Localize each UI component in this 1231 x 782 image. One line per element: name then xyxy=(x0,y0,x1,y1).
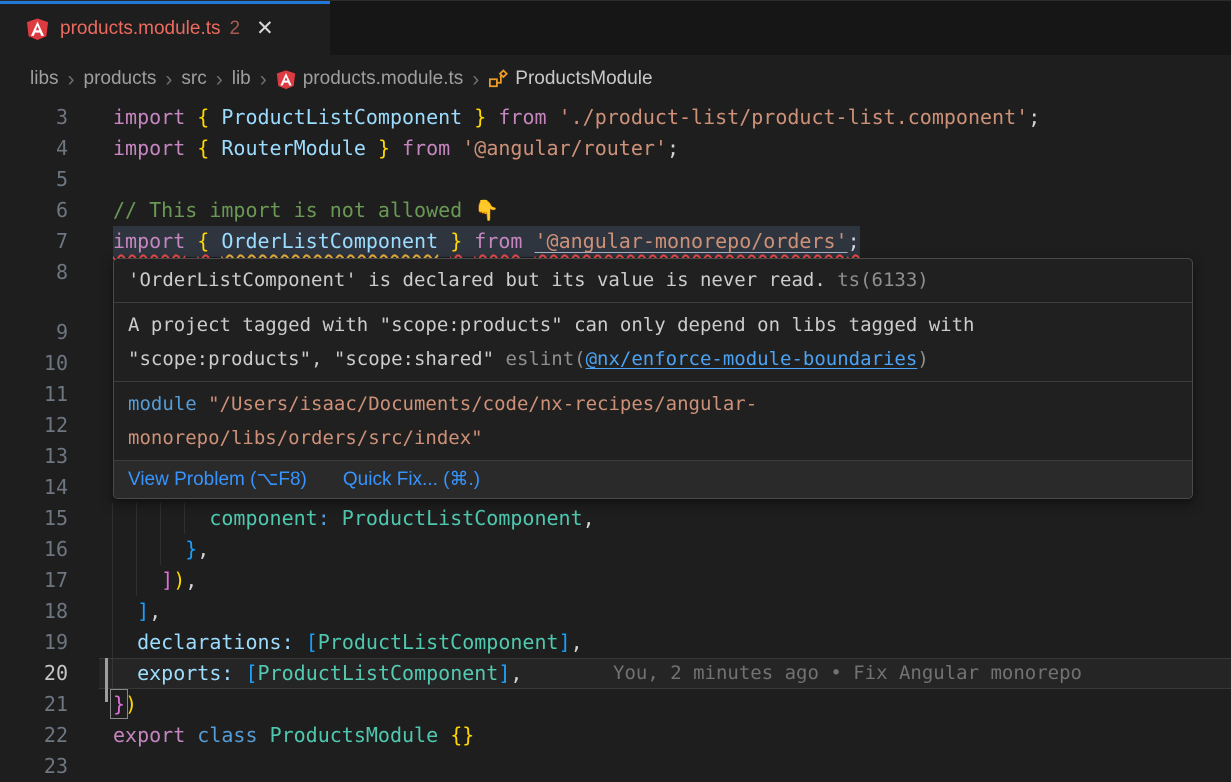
hover-message-row-1: 'OrderListComponent' is declared but its… xyxy=(114,259,1192,302)
code-text: }) xyxy=(113,689,137,720)
code-line-7[interactable]: 7 import { OrderListComponent } from '@an… xyxy=(0,226,1231,257)
tab-error-count-badge: 2 xyxy=(230,18,241,40)
view-problem-action[interactable]: View Problem (⌥F8) xyxy=(128,463,307,496)
hover-status-bar: View Problem (⌥F8) Quick Fix... (⌘.) xyxy=(114,460,1192,498)
code-text: ]), xyxy=(113,565,197,596)
breadcrumb-label: products.module.ts xyxy=(303,68,464,90)
line-number[interactable]: 6 xyxy=(0,195,68,226)
code-text: import { RouterModule } from '@angular/r… xyxy=(113,133,679,164)
breadcrumb-label: src xyxy=(181,68,206,90)
code-text: component: ProductListComponent, xyxy=(113,503,595,534)
line-number[interactable]: 14 xyxy=(0,472,68,503)
line-number[interactable]: 11 xyxy=(0,379,68,410)
angular-icon xyxy=(276,69,296,90)
breadcrumb: libs › products › src › lib › products.module.ts… xyxy=(0,55,1231,103)
breadcrumb-label: lib xyxy=(232,68,251,90)
breadcrumb-label: products xyxy=(84,68,157,90)
code-text: ], xyxy=(113,596,161,627)
line-number[interactable]: 20 xyxy=(0,658,68,689)
code-line-6[interactable]: 6 // This import is not allowed 👇 xyxy=(0,195,1231,226)
code-line-23[interactable]: 23 xyxy=(0,751,1231,782)
chevron-right-icon: › xyxy=(216,69,223,90)
breadcrumb-item-libs[interactable]: libs xyxy=(30,68,59,90)
line-number[interactable]: 8 xyxy=(0,257,68,288)
hover-rows: 'OrderListComponent' is declared but its… xyxy=(114,259,1192,460)
tab-products-module[interactable]: products.module.ts 2 ✕ xyxy=(0,1,330,56)
breadcrumb-item-productsmodule[interactable]: ProductsModule xyxy=(488,68,652,90)
breadcrumb-item-products-module-ts[interactable]: products.module.ts xyxy=(276,68,464,90)
line-number[interactable]: 15 xyxy=(0,503,68,534)
code-text: export class ProductsModule {} xyxy=(113,720,474,751)
line-number[interactable]: 4 xyxy=(0,133,68,164)
line-number[interactable]: 5 xyxy=(0,164,68,195)
line-number[interactable]: 3 xyxy=(0,102,68,133)
line-number[interactable]: 23 xyxy=(0,751,68,782)
code-text: }, xyxy=(113,534,209,565)
line-number[interactable]: 7 xyxy=(0,226,68,257)
line-number[interactable]: 16 xyxy=(0,534,68,565)
code-line-4[interactable]: 4 import { RouterModule } from '@angular/… xyxy=(0,133,1231,164)
code-line-21[interactable]: 21}) xyxy=(0,689,1231,720)
line-number[interactable]: 21 xyxy=(0,689,68,720)
vscode-window: { "colors":{"accent_blue":"#2079d8","err… xyxy=(0,0,1231,780)
code-line-17[interactable]: 17 ]), xyxy=(0,565,1231,596)
code-line-16[interactable]: 16 }, xyxy=(0,534,1231,565)
hover-text xyxy=(197,393,208,415)
line-number[interactable]: 19 xyxy=(0,627,68,658)
code-line-19[interactable]: 19 declarations: [ProductListComponent], xyxy=(0,627,1231,658)
hover-text: ts(6133) xyxy=(826,269,929,291)
code-text: // This import is not allowed 👇 xyxy=(113,195,499,226)
eslint-rule-link[interactable]: @nx/enforce-module-boundaries xyxy=(586,348,918,370)
code-line-20[interactable]: 20 exports: [ProductListComponent], You, … xyxy=(0,658,1231,689)
hover-message-row-3: module "/Users/isaac/Documents/code/nx-r… xyxy=(114,381,1192,460)
hover-text: ) xyxy=(917,348,928,370)
breadcrumb-item-products[interactable]: products xyxy=(84,68,157,90)
line-number[interactable]: 12 xyxy=(0,410,68,441)
hover-text: "/Users/isaac/Documents/code/nx-recipes/… xyxy=(128,393,757,449)
chevron-right-icon: › xyxy=(472,69,479,90)
code-line-3[interactable]: 3 import { ProductListComponent } from '.… xyxy=(0,102,1231,133)
code-line-5[interactable]: 5 xyxy=(0,164,1231,195)
chevron-right-icon: › xyxy=(68,69,75,90)
chevron-right-icon: › xyxy=(260,69,267,90)
code-text: import { ProductListComponent } from './… xyxy=(113,102,1040,133)
line-number[interactable]: 9 xyxy=(0,317,68,348)
git-blame-annotation: You, 2 minutes ago • Fix Angular monorep… xyxy=(613,658,1082,689)
hover-text: 'OrderListComponent' is declared but its… xyxy=(128,269,826,291)
chevron-right-icon: › xyxy=(165,69,172,90)
code-text: import { OrderListComponent } from '@ang… xyxy=(113,226,860,257)
angular-icon xyxy=(26,17,49,41)
active-tab-accent xyxy=(0,1,330,4)
hover-text: eslint( xyxy=(506,348,586,370)
breadcrumb-label: ProductsModule xyxy=(515,68,652,90)
class-symbol-icon xyxy=(488,69,508,89)
quick-fix-action[interactable]: Quick Fix... (⌘.) xyxy=(343,463,480,496)
line-number[interactable]: 22 xyxy=(0,720,68,751)
close-icon[interactable]: ✕ xyxy=(256,18,274,39)
hover-text: module xyxy=(128,393,197,415)
code-line-18[interactable]: 18 ], xyxy=(0,596,1231,627)
code-line-15[interactable]: 15 component: ProductListComponent, xyxy=(0,503,1231,534)
tab-title: products.module.ts xyxy=(60,18,221,40)
breadcrumb-label: libs xyxy=(30,68,59,90)
tab-bar: products.module.ts 2 ✕ xyxy=(0,0,1231,55)
line-number[interactable]: 10 xyxy=(0,348,68,379)
line-number[interactable]: 17 xyxy=(0,565,68,596)
code-line-22[interactable]: 22 export class ProductsModule {} xyxy=(0,720,1231,751)
code-text: exports: [ProductListComponent], xyxy=(113,658,522,689)
hover-message-row-2: A project tagged with "scope:products" c… xyxy=(114,302,1192,381)
modified-line-indicator xyxy=(105,658,108,702)
code-text: declarations: [ProductListComponent], xyxy=(113,627,583,658)
line-number[interactable]: 18 xyxy=(0,596,68,627)
breadcrumb-item-src[interactable]: src xyxy=(181,68,206,90)
line-number[interactable]: 13 xyxy=(0,441,68,472)
error-hover-popup: 'OrderListComponent' is declared but its… xyxy=(113,258,1193,499)
breadcrumb-item-lib[interactable]: lib xyxy=(232,68,251,90)
